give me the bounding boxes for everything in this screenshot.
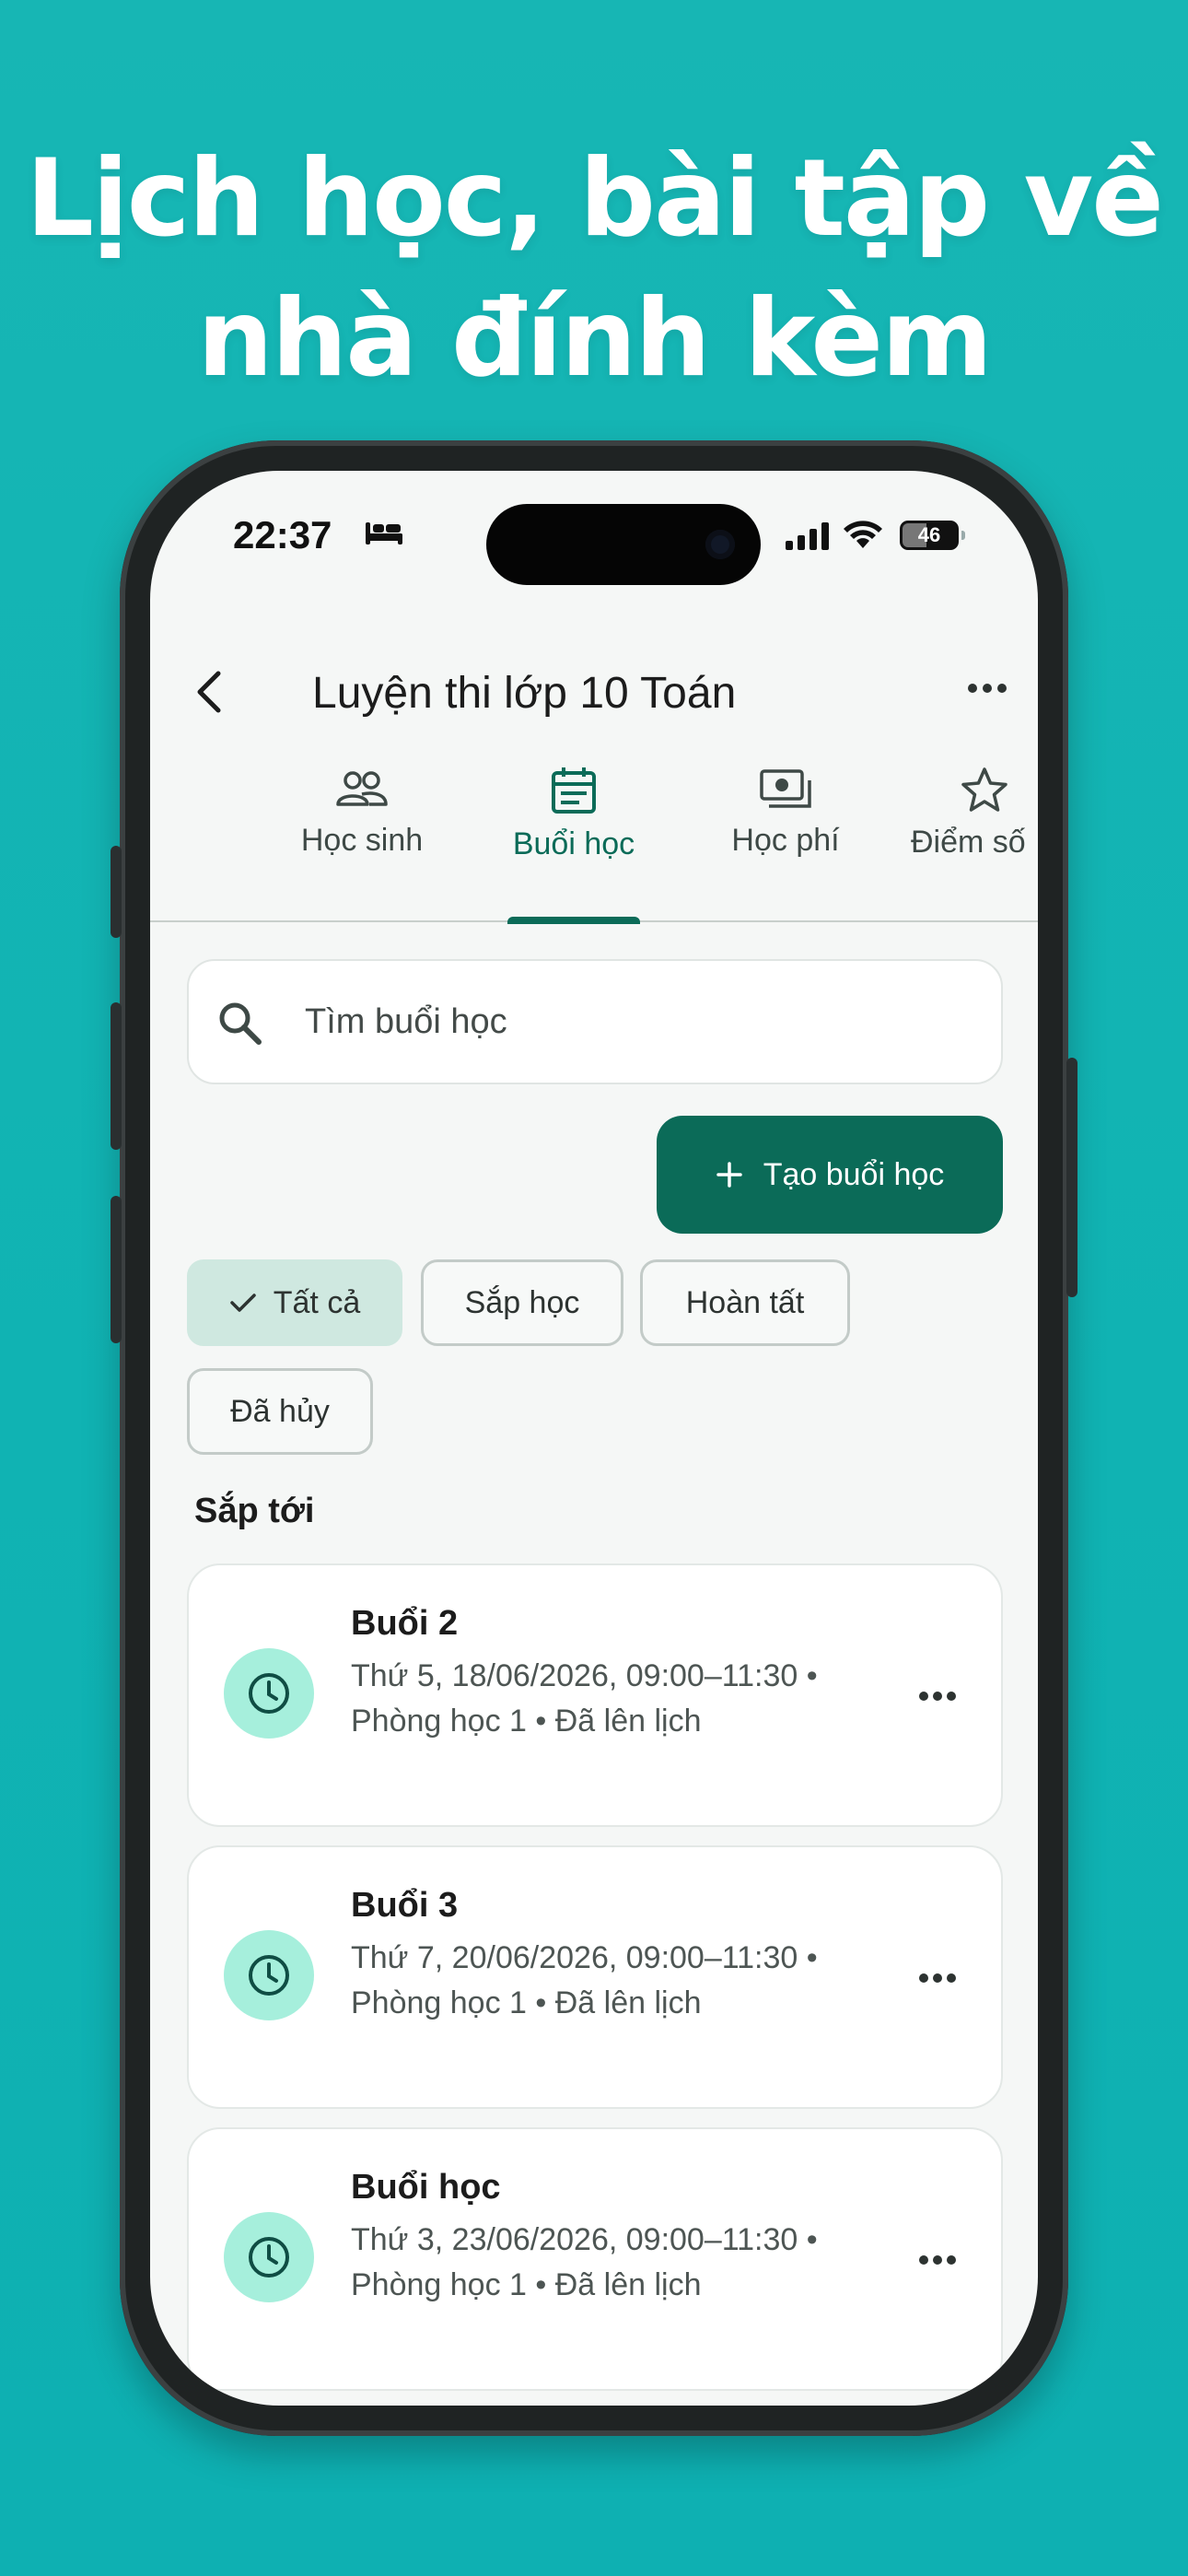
filter-chip-upcoming-label: Sắp học: [464, 1284, 580, 1320]
filter-chip-upcoming[interactable]: Sắp học: [421, 1259, 623, 1346]
tab-fees-label: Học phí: [731, 823, 840, 858]
cellular-signal-icon: [786, 522, 829, 550]
search-icon: [219, 1002, 262, 1045]
back-arrow-icon[interactable]: [187, 664, 233, 720]
session-card[interactable]: Buổi 2 Thứ 5, 18/06/2026, 09:00–11:30 • …: [187, 1563, 1003, 1827]
headline-line-1: Lịch học, bài tập về: [26, 136, 1164, 261]
headline-line-2: nhà đính kèm: [197, 276, 993, 401]
payments-icon: [760, 769, 811, 808]
tab-sessions[interactable]: Buổi học: [507, 747, 640, 924]
filter-chip-cancelled-label: Đã hủy: [230, 1393, 330, 1429]
clock-icon-badge: [224, 1930, 314, 2020]
clock-icon: [249, 1955, 289, 1996]
section-title-upcoming: Sắp tới: [194, 1492, 315, 1530]
session-more-icon[interactable]: [916, 1680, 959, 1713]
phone-frame: 22:37 46 Luyện thi lớp 10 Toán Học sinh …: [111, 440, 1077, 2436]
session-detail: Thứ 7, 20/06/2026, 09:00–11:30 • Phòng h…: [351, 1940, 818, 2020]
wifi-icon: [844, 521, 882, 548]
clock-icon: [249, 1673, 289, 1714]
clock-icon-badge: [224, 1648, 314, 1739]
promo-headline: Lịch học, bài tập về nhà đính kèm: [0, 129, 1188, 409]
tab-bar: Học sinh Buổi học Học phí Điểm số: [150, 747, 1038, 924]
tab-fees[interactable]: Học phí: [712, 747, 859, 922]
app-bar: Luyện thi lớp 10 Toán: [150, 637, 1038, 738]
session-detail: Thứ 5, 18/06/2026, 09:00–11:30 • Phòng h…: [351, 1658, 818, 1739]
check-icon: [230, 1294, 256, 1312]
people-icon: [336, 771, 388, 806]
session-title: Buổi học: [351, 2168, 501, 2207]
filter-chip-cancelled[interactable]: Đã hủy: [187, 1368, 373, 1455]
filter-chip-completed-label: Hoàn tất: [685, 1284, 805, 1320]
tab-students-label: Học sinh: [300, 823, 424, 858]
session-title: Buổi 2: [351, 1604, 459, 1643]
phone-power-button: [1066, 1058, 1077, 1297]
session-card[interactable]: Buổi học Thứ 3, 23/06/2026, 09:00–11:30 …: [187, 2127, 1003, 2391]
more-options-icon[interactable]: [964, 670, 1010, 707]
status-time: 22:37: [233, 513, 332, 556]
phone-volume-up-button: [111, 1002, 122, 1150]
calendar-icon: [552, 767, 596, 814]
session-title: Buổi 3: [351, 1886, 459, 1925]
app-screen: 22:37 46 Luyện thi lớp 10 Toán Học sinh …: [150, 471, 1038, 2406]
create-session-button[interactable]: Tạo buổi học: [657, 1116, 1003, 1234]
battery-icon: 46: [900, 521, 965, 550]
phone-volume-down-button: [111, 1196, 122, 1343]
search-field[interactable]: [187, 959, 1003, 1084]
create-session-label: Tạo buổi học: [763, 1156, 945, 1192]
filter-chip-completed[interactable]: Hoàn tất: [640, 1259, 850, 1346]
session-card[interactable]: Buổi 3 Thứ 7, 20/06/2026, 09:00–11:30 • …: [187, 1845, 1003, 2109]
session-detail: Thứ 3, 23/06/2026, 09:00–11:30 • Phòng h…: [351, 2222, 818, 2302]
tab-sessions-label: Buổi học: [512, 826, 635, 861]
filter-chip-all-label: Tất cả: [273, 1284, 361, 1320]
filter-chip-all[interactable]: Tất cả: [187, 1259, 402, 1346]
page-title: Luyện thi lớp 10 Toán: [312, 669, 737, 718]
dynamic-island: [486, 504, 761, 585]
tab-scores[interactable]: Điểm số: [911, 747, 1038, 922]
search-input[interactable]: [305, 989, 949, 1055]
clock-icon-badge: [224, 2212, 314, 2302]
sleep-focus-icon: [366, 522, 402, 544]
tab-students[interactable]: Học sinh: [288, 747, 436, 922]
battery-level: 46: [917, 523, 941, 546]
session-more-icon[interactable]: [916, 2243, 959, 2277]
tab-scores-label: Điểm số: [911, 825, 1026, 860]
session-more-icon[interactable]: [916, 1961, 959, 1995]
clock-icon: [249, 2237, 289, 2277]
star-icon: [961, 767, 1007, 812]
phone-action-button: [111, 846, 122, 938]
plus-icon: [716, 1162, 742, 1188]
